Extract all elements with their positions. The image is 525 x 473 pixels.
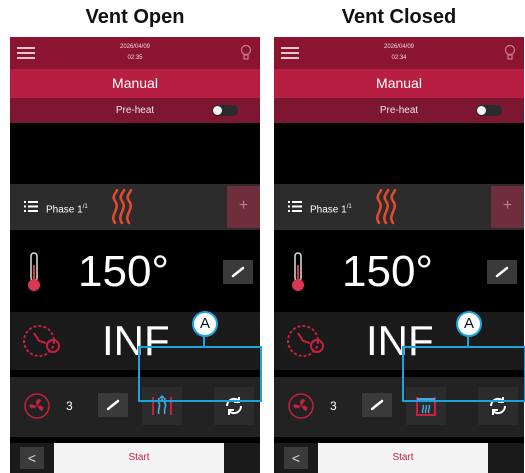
thermometer-icon [28,252,40,291]
phase-bar: Phase 1/1 + [274,184,524,230]
heat-icon [112,189,133,225]
preheat-toggle[interactable] [212,105,238,116]
time-label: 02:35 [127,55,143,61]
phase-text: Phase 1 [46,204,83,216]
caption-vent-closed: Vent Closed [341,6,457,28]
preheat-toggle[interactable] [476,105,502,116]
temperature-value: 150° [78,247,170,296]
edit-icon [370,399,384,411]
edit-temperature-button[interactable] [223,260,253,284]
bulb-icon[interactable] [240,44,252,62]
bulb-icon[interactable] [504,44,516,62]
date-label: 2026/04/09 [119,44,151,50]
edit-icon [106,399,120,411]
temperature-row: 150° [274,237,524,307]
list-icon [288,201,302,212]
add-phase-button[interactable]: + [491,186,524,228]
temperature-value: 150° [342,247,434,296]
list-icon [24,201,38,212]
callout-box-left [138,346,262,402]
phase-label: Phase 1/1 [310,198,352,219]
preheat-bar: Pre-heat [10,98,260,123]
edit-temperature-button[interactable] [487,260,517,284]
back-icon: < [27,450,37,466]
add-phase-button[interactable]: + [227,186,260,228]
toggle-knob [213,106,222,115]
toggle-knob [477,106,486,115]
temperature-row: 150° [10,237,260,307]
callout-box-right [402,346,525,402]
fan-icon [288,393,314,419]
figure: Vent Open Vent Closed 2026/04/09 02:35 M… [0,0,525,473]
phase-sup: /1 [82,204,88,210]
back-button[interactable]: < [284,447,308,469]
phase-text: Phase 1 [310,204,347,216]
fan-icon [24,393,50,419]
back-icon: < [291,450,301,466]
bottom-bar: < Start [274,443,524,473]
oven-screen-vent-closed: 2026/04/09 02:34 Manual Pre-heat Phase 1… [274,37,524,473]
clock-icon [287,325,324,357]
fan-speed-value: 3 [330,399,337,413]
fan-speed-value: 3 [66,399,73,413]
start-button[interactable]: Start [54,443,224,473]
edit-icon [231,266,245,278]
thermometer-icon [292,252,304,291]
heat-icon [376,189,397,225]
back-button[interactable]: < [20,447,44,469]
start-label: Start [128,452,150,463]
phase-bar: Phase 1/1 + [10,184,260,230]
date-label: 2026/04/09 [383,44,415,50]
edit-icon [495,266,509,278]
start-button[interactable]: Start [318,443,488,473]
start-label: Start [392,452,414,463]
caption-vent-open: Vent Open [85,6,185,28]
edit-fan-button[interactable] [98,393,128,417]
bottom-bar: < Start [10,443,260,473]
callout-label-right: A [456,311,482,337]
phase-sup: /1 [346,204,352,210]
edit-fan-button[interactable] [362,393,392,417]
plus-icon: + [502,197,513,214]
callout-label-left: A [192,311,218,337]
mode-bar[interactable]: Manual [274,69,524,98]
mode-bar[interactable]: Manual [10,69,260,98]
clock-icon [23,325,60,357]
preheat-bar: Pre-heat [274,98,524,123]
time-label: 02:34 [391,55,407,61]
status-bar: 2026/04/09 02:35 [10,37,260,69]
plus-icon: + [238,197,249,214]
oven-screen-vent-open: 2026/04/09 02:35 Manual Pre-heat Phase 1… [10,37,260,473]
phase-label: Phase 1/1 [46,198,88,219]
status-bar: 2026/04/09 02:34 [274,37,524,69]
